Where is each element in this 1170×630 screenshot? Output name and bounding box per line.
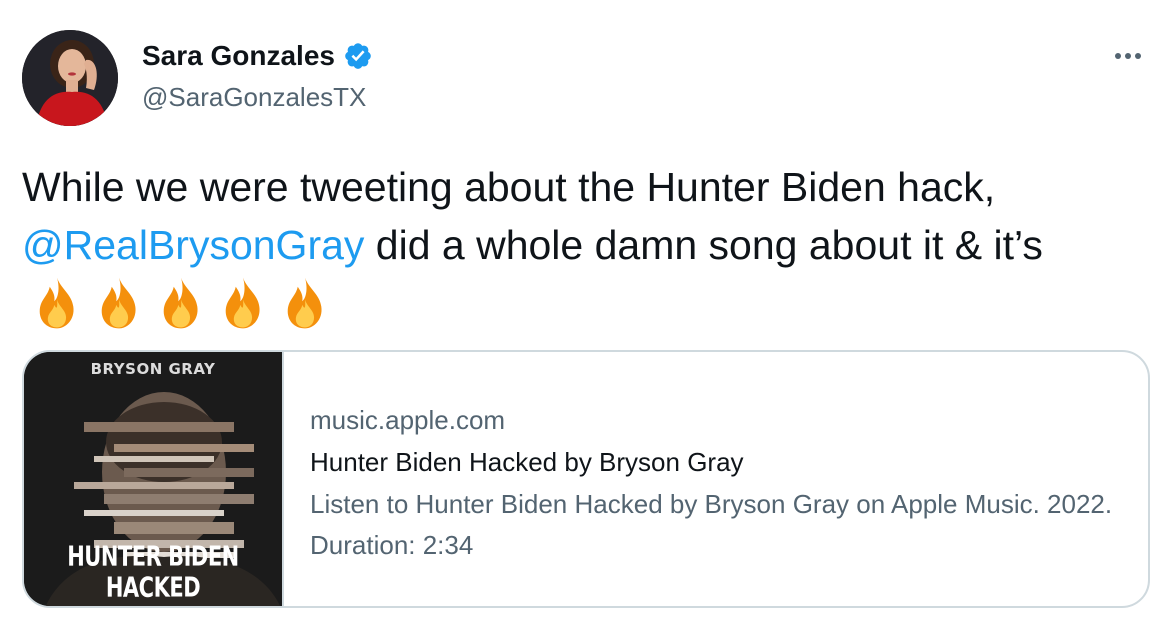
verified-badge-icon xyxy=(343,41,373,71)
card-thumbnail: BRYSON GRAY HUNTER BIDEN HACKED xyxy=(24,352,284,606)
avatar-image xyxy=(22,30,118,126)
fire-icon xyxy=(152,274,210,332)
more-horizontal-icon xyxy=(1115,53,1141,59)
fire-icon xyxy=(276,274,334,332)
tweet-text: While we were tweeting about the Hunter … xyxy=(22,158,1142,337)
thumbnail-title-text: HUNTER BIDEN HACKED xyxy=(67,540,239,604)
thumbnail-artist-text: BRYSON GRAY xyxy=(90,360,216,378)
tweet-text-part: While we were tweeting about the Hunter … xyxy=(22,164,996,210)
display-name-text: Sara Gonzales xyxy=(142,40,335,71)
card-title: Hunter Biden Hacked by Bryson Gray xyxy=(310,447,744,477)
fire-emoji-row xyxy=(28,274,334,332)
fire-icon xyxy=(90,274,148,332)
card-description: Listen to Hunter Biden Hacked by Bryson … xyxy=(310,489,1113,560)
link-preview-card[interactable]: BRYSON GRAY HUNTER BIDEN HACKED music.ap… xyxy=(22,350,1150,608)
fire-icon xyxy=(214,274,272,332)
author-display-name[interactable]: Sara Gonzales xyxy=(142,38,373,74)
more-options-button[interactable] xyxy=(1108,38,1148,74)
author-handle[interactable]: @SaraGonzalesTX xyxy=(142,80,366,114)
card-body: music.apple.com Hunter Biden Hacked by B… xyxy=(284,352,1148,606)
avatar[interactable] xyxy=(22,30,118,126)
mention-link[interactable]: @RealBrysonGray xyxy=(22,222,364,268)
tweet-text-part: did a whole damn song about it & it’s xyxy=(364,222,1043,268)
fire-icon xyxy=(28,274,86,332)
card-domain: music.apple.com xyxy=(310,405,506,435)
